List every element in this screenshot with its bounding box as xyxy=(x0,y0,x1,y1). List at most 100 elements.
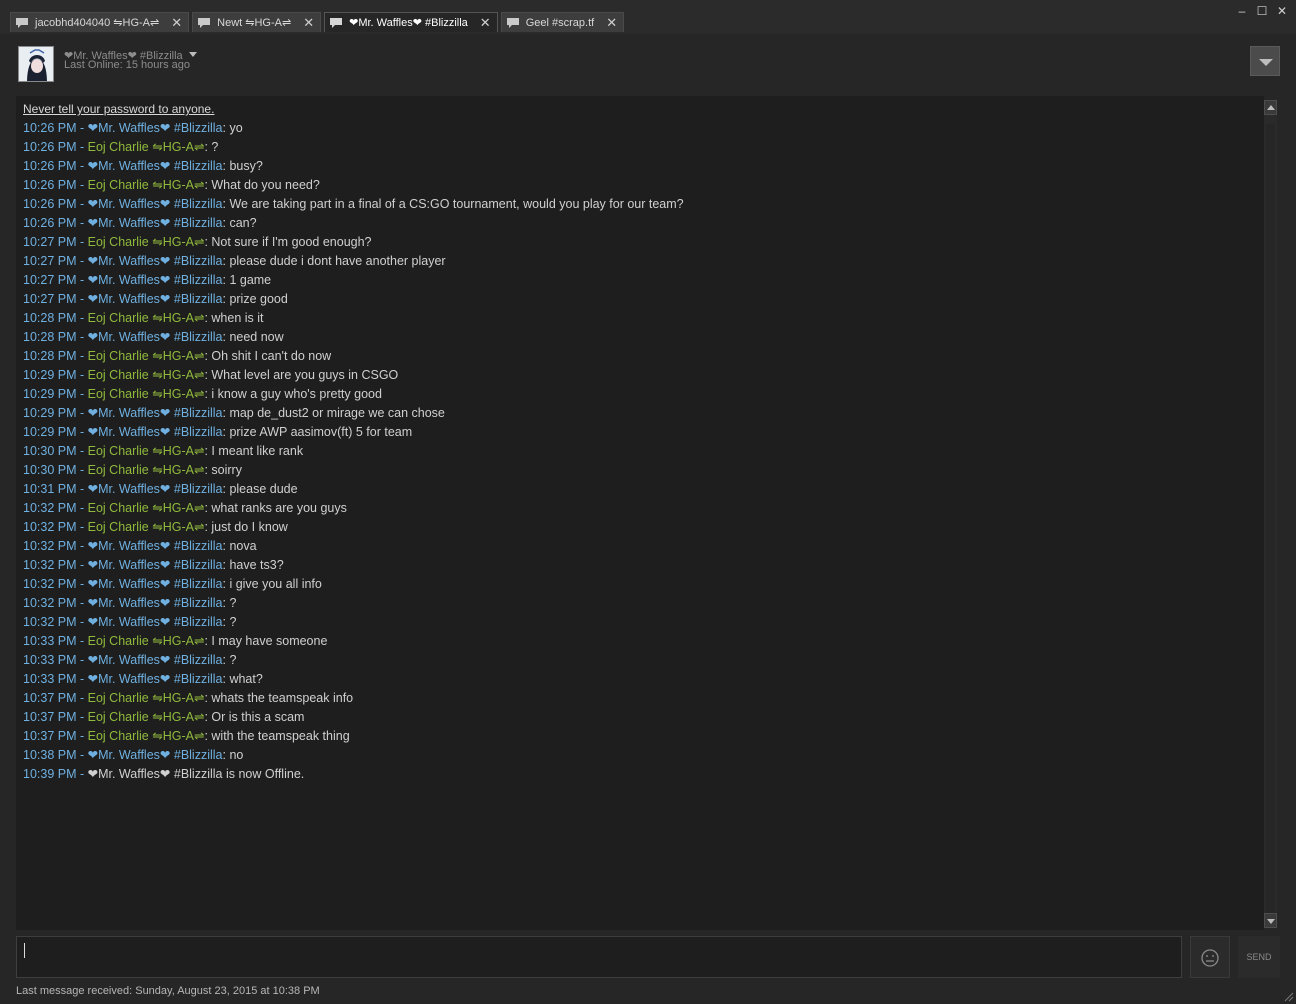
message-text: : need now xyxy=(222,330,284,344)
chat-bubble-icon xyxy=(16,17,28,28)
message-text: : Not sure if I'm good enough? xyxy=(204,235,372,249)
message-input[interactable] xyxy=(16,936,1182,978)
chat-message: 10:29 PM - Eoj Charlie ⇋HG-A⇌: What leve… xyxy=(23,368,684,387)
message-sender: Eoj Charlie ⇋HG-A⇌ xyxy=(87,501,205,515)
text-cursor xyxy=(24,943,25,958)
chat-message: 10:32 PM - Eoj Charlie ⇋HG-A⇌: what rank… xyxy=(23,501,684,520)
message-time: 10:30 PM - xyxy=(23,463,88,477)
message-text: : Or is this a scam xyxy=(204,710,305,724)
close-icon[interactable]: ✕ xyxy=(171,16,182,29)
message-time: 10:32 PM - xyxy=(23,558,88,572)
scroll-down-icon[interactable] xyxy=(1264,913,1277,928)
chat-message: 10:27 PM - ❤Mr. Waffles❤ #Blizzilla: ple… xyxy=(23,254,684,273)
chat-message: 10:26 PM - ❤Mr. Waffles❤ #Blizzilla: bus… xyxy=(23,159,684,178)
message-text: : please dude xyxy=(222,482,298,496)
message-time: 10:26 PM - xyxy=(23,197,88,211)
dropdown-caret-icon xyxy=(188,52,197,57)
password-warning: Never tell your password to anyone. xyxy=(23,102,215,116)
message-text: : with the teamspeak thing xyxy=(204,729,350,743)
maximize-icon[interactable]: ☐ xyxy=(1256,5,1268,17)
close-icon[interactable]: ✕ xyxy=(303,16,314,29)
tab-newt[interactable]: Newt ⇋HG-A⇌ ✕ xyxy=(192,12,322,32)
message-sender: ❤Mr. Waffles❤ #Blizzilla xyxy=(87,482,223,496)
message-text: : i know a guy who's pretty good xyxy=(204,387,382,401)
message-text: : when is it xyxy=(204,311,264,325)
message-time: 10:26 PM - xyxy=(23,140,88,154)
tab-strip: jacobhd404040 ⇋HG-A⇌ ✕ Newt ⇋HG-A⇌ ✕ ❤Mr… xyxy=(10,12,627,32)
message-text: : i give you all info xyxy=(222,577,322,591)
message-sender: Eoj Charlie ⇋HG-A⇌ xyxy=(87,710,205,724)
message-sender: Eoj Charlie ⇋HG-A⇌ xyxy=(87,311,205,325)
scroll-up-icon[interactable] xyxy=(1264,100,1277,115)
message-time: 10:32 PM - xyxy=(23,520,88,534)
message-text: : What level are you guys in CSGO xyxy=(204,368,399,382)
message-text: : What do you need? xyxy=(204,178,320,192)
emoticon-button[interactable] xyxy=(1190,936,1230,978)
tab-label: Newt ⇋HG-A⇌ xyxy=(217,17,292,29)
close-icon[interactable]: ✕ xyxy=(606,16,617,29)
message-text: : have ts3? xyxy=(222,558,284,572)
chat-message: 10:32 PM - ❤Mr. Waffles❤ #Blizzilla: ? xyxy=(23,615,684,634)
chat-message: 10:28 PM - Eoj Charlie ⇋HG-A⇌: Oh shit I… xyxy=(23,349,684,368)
message-text: : what ranks are you guys xyxy=(204,501,347,515)
chat-message: 10:27 PM - Eoj Charlie ⇋HG-A⇌: Not sure … xyxy=(23,235,684,254)
tab-label: Geel #scrap.tf xyxy=(525,16,595,29)
message-sender: ❤Mr. Waffles❤ #Blizzilla xyxy=(87,615,223,629)
resize-grip-icon[interactable] xyxy=(1282,990,1294,1002)
chat-message: 10:26 PM - Eoj Charlie ⇋HG-A⇌: What do y… xyxy=(23,178,684,197)
chat-message: 10:26 PM - ❤Mr. Waffles❤ #Blizzilla: can… xyxy=(23,216,684,235)
chat-message: 10:26 PM - Eoj Charlie ⇋HG-A⇌: ? xyxy=(23,140,684,159)
tab-mr-waffles[interactable]: ❤Mr. Waffles❤ #Blizzilla ✕ xyxy=(324,12,498,32)
last-message-received: Last message received: Sunday, August 23… xyxy=(16,985,320,997)
message-text: ❤Mr. Waffles❤ #Blizzilla is now Offline. xyxy=(87,767,305,781)
message-text: : yo xyxy=(222,121,243,135)
message-sender: Eoj Charlie ⇋HG-A⇌ xyxy=(87,387,205,401)
chat-message: 10:32 PM - ❤Mr. Waffles❤ #Blizzilla: ? xyxy=(23,596,684,615)
message-sender: Eoj Charlie ⇋HG-A⇌ xyxy=(87,140,205,154)
message-time: 10:26 PM - xyxy=(23,159,88,173)
tab-geel[interactable]: Geel #scrap.tf ✕ xyxy=(500,12,625,32)
message-time: 10:32 PM - xyxy=(23,596,88,610)
message-text: : nova xyxy=(222,539,257,553)
message-text: : please dude i dont have another player xyxy=(222,254,446,268)
message-sender: Eoj Charlie ⇋HG-A⇌ xyxy=(87,729,205,743)
tab-jacobhd404040[interactable]: jacobhd404040 ⇋HG-A⇌ ✕ xyxy=(10,12,190,32)
send-button[interactable]: SEND xyxy=(1238,936,1280,978)
message-sender: ❤Mr. Waffles❤ #Blizzilla xyxy=(87,292,223,306)
message-text: : what? xyxy=(222,672,263,686)
chat-bubble-icon xyxy=(330,17,343,28)
message-time: 10:29 PM - xyxy=(23,425,88,439)
chat-message: 10:31 PM - ❤Mr. Waffles❤ #Blizzilla: ple… xyxy=(23,482,684,501)
minimize-icon[interactable]: – xyxy=(1236,5,1248,17)
message-time: 10:28 PM - xyxy=(23,330,88,344)
message-time: 10:27 PM - xyxy=(23,292,88,306)
chat-options-button[interactable] xyxy=(1250,46,1280,76)
message-sender: ❤Mr. Waffles❤ #Blizzilla xyxy=(87,425,223,439)
chat-message: 10:37 PM - Eoj Charlie ⇋HG-A⇌: Or is thi… xyxy=(23,710,684,729)
message-text: : ? xyxy=(222,596,237,610)
avatar[interactable] xyxy=(18,46,54,82)
message-text: : ? xyxy=(222,615,237,629)
chat-message: 10:28 PM - ❤Mr. Waffles❤ #Blizzilla: nee… xyxy=(23,330,684,349)
close-icon[interactable]: ✕ xyxy=(480,16,491,29)
chat-message: 10:33 PM - ❤Mr. Waffles❤ #Blizzilla: ? xyxy=(23,653,684,672)
close-window-icon[interactable]: ✕ xyxy=(1276,5,1288,17)
message-text: : prize AWP aasimov(ft) 5 for team xyxy=(222,425,413,439)
message-time: 10:26 PM - xyxy=(23,216,88,230)
avatar-image xyxy=(19,47,53,81)
title-bar: jacobhd404040 ⇋HG-A⇌ ✕ Newt ⇋HG-A⇌ ✕ ❤Mr… xyxy=(0,0,1296,34)
chat-message: 10:32 PM - ❤Mr. Waffles❤ #Blizzilla: hav… xyxy=(23,558,684,577)
message-time: 10:37 PM - xyxy=(23,710,88,724)
message-time: 10:26 PM - xyxy=(23,121,88,135)
chat-message: 10:32 PM - ❤Mr. Waffles❤ #Blizzilla: nov… xyxy=(23,539,684,558)
message-text: : We are taking part in a final of a CS:… xyxy=(222,197,684,211)
chat-message: 10:33 PM - Eoj Charlie ⇋HG-A⇌: I may hav… xyxy=(23,634,684,653)
message-time: 10:28 PM - xyxy=(23,349,88,363)
chat-message: 10:37 PM - Eoj Charlie ⇋HG-A⇌: with the … xyxy=(23,729,684,748)
message-time: 10:37 PM - xyxy=(23,691,88,705)
chat-message: 10:33 PM - ❤Mr. Waffles❤ #Blizzilla: wha… xyxy=(23,672,684,691)
scroll-track[interactable] xyxy=(1266,124,1275,920)
chat-scrollbar[interactable] xyxy=(1264,100,1277,928)
chat-message: 10:26 PM - ❤Mr. Waffles❤ #Blizzilla: We … xyxy=(23,197,684,216)
message-sender: ❤Mr. Waffles❤ #Blizzilla xyxy=(87,406,223,420)
